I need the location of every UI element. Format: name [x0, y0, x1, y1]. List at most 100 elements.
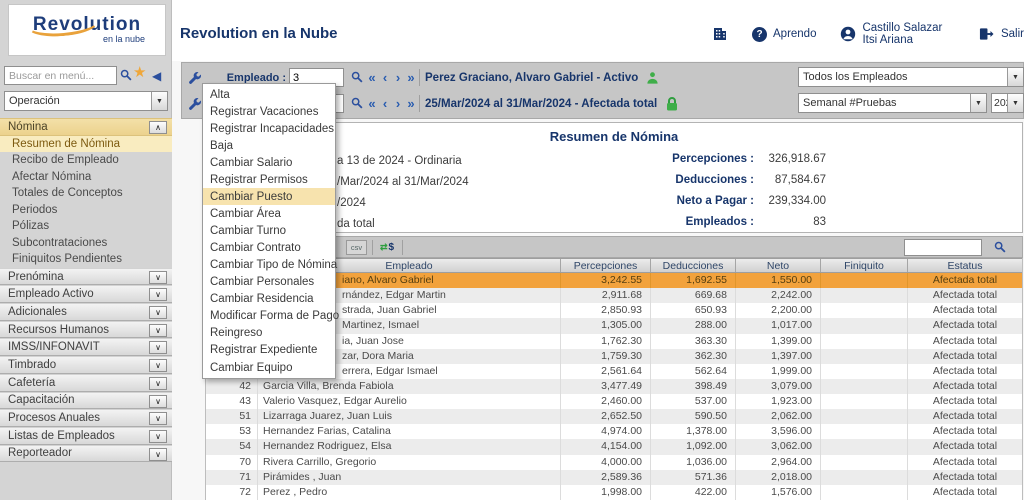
employee-number: 43 — [206, 394, 258, 409]
context-menu-item[interactable]: Registrar Vacaciones — [203, 103, 335, 120]
module-select[interactable]: Operación ▼ — [4, 91, 168, 111]
context-menu-item[interactable]: Registrar Permisos — [203, 171, 335, 188]
chevron-down-icon[interactable]: ∨ — [149, 448, 167, 461]
context-menu-item[interactable]: Reingreso — [203, 325, 335, 342]
sidebar-section[interactable]: Capacitación∨ — [0, 392, 172, 410]
sidebar-section[interactable]: Recursos Humanos∨ — [0, 321, 172, 339]
currency-sync-icon[interactable]: ⇄$ — [378, 239, 396, 255]
table-row[interactable]: 53Hernandez Farias, Catalina4,974.001,37… — [206, 424, 1022, 439]
sidebar-item[interactable]: Recibo de Empleado — [0, 152, 172, 169]
wrench-icon[interactable] — [188, 97, 202, 111]
grid-column-header[interactable]: Percepciones — [561, 259, 651, 272]
brand-text: Revolution — [33, 16, 141, 34]
sidebar-item[interactable]: Totales de Conceptos — [0, 185, 172, 202]
sidebar-item[interactable]: Afectar Nómina — [0, 169, 172, 186]
context-menu-item[interactable]: Cambiar Puesto — [203, 188, 335, 205]
context-menu-item[interactable]: Modificar Forma de Pago — [203, 308, 335, 325]
context-menu-item[interactable]: Cambiar Personales — [203, 274, 335, 291]
sidebar-section-nomina[interactable]: Nómina ∧ — [0, 118, 172, 136]
dropdown-arrow-icon[interactable]: ▼ — [151, 92, 167, 110]
chevron-down-icon[interactable]: ∨ — [149, 306, 167, 319]
row-deducciones: 1,036.00 — [651, 455, 736, 470]
logout-menu[interactable]: Salir — [979, 27, 1024, 41]
sidebar-section[interactable]: Prenómina∨ — [0, 268, 172, 286]
table-row[interactable]: 70Rivera Carrillo, Gregorio4,000.001,036… — [206, 455, 1022, 470]
context-menu-item[interactable]: Registrar Incapacidades — [203, 120, 335, 137]
chevron-down-icon[interactable]: ∨ — [149, 412, 167, 425]
row-deducciones: 363.30 — [651, 334, 736, 349]
table-row[interactable]: 42Garcia Villa, Brenda Fabiola3,477.4939… — [206, 379, 1022, 394]
dropdown-arrow-icon[interactable]: ▼ — [970, 94, 986, 112]
context-menu-item[interactable]: Cambiar Turno — [203, 223, 335, 240]
sidebar-item[interactable]: Finiquitos Pendientes — [0, 251, 172, 268]
table-row[interactable]: 43Valerio Vasquez, Edgar Aurelio2,460.00… — [206, 394, 1022, 409]
nav-prev-icon[interactable]: ‹ — [379, 68, 391, 87]
row-estatus: Afectada total — [908, 273, 1022, 288]
chevron-down-icon[interactable]: ∨ — [149, 359, 167, 372]
sidebar-section[interactable]: Reporteador∨ — [0, 445, 172, 463]
chevron-down-icon[interactable]: ∨ — [149, 430, 167, 443]
user-menu[interactable]: Castillo Salazar Itsi Ariana — [840, 22, 955, 46]
sidebar-item[interactable]: Pólizas — [0, 218, 172, 235]
context-menu-item[interactable]: Alta — [203, 86, 335, 103]
sidebar-item[interactable]: Subcontrataciones — [0, 235, 172, 252]
chevron-down-icon[interactable]: ∨ — [149, 271, 167, 284]
employee-search-icon[interactable] — [351, 71, 363, 83]
nav-last-icon[interactable]: » — [405, 68, 417, 87]
table-row[interactable]: 71Pirámides , Juan2,589.36571.362,018.00… — [206, 470, 1022, 485]
chevron-down-icon[interactable]: ∨ — [149, 341, 167, 354]
context-menu-item[interactable]: Cambiar Salario — [203, 154, 335, 171]
table-row[interactable]: 72Perez , Pedro1,998.00422.001,576.00Afe… — [206, 485, 1022, 500]
context-menu-item[interactable]: Cambiar Tipo de Nómina — [203, 257, 335, 274]
period-search-icon[interactable] — [351, 97, 363, 109]
table-row[interactable]: 54Hernandez Rodriguez, Elsa4,154.001,092… — [206, 439, 1022, 454]
nav-next-icon[interactable]: › — [392, 94, 404, 113]
sidebar-section[interactable]: Listas de Empleados∨ — [0, 427, 172, 445]
sidebar-section[interactable]: Empleado Activo∨ — [0, 285, 172, 303]
grid-column-header[interactable]: Estatus — [908, 259, 1022, 272]
chevron-up-icon[interactable]: ∧ — [149, 121, 167, 134]
chevron-down-icon[interactable]: ∨ — [149, 377, 167, 390]
company-building-icon[interactable] — [712, 26, 728, 42]
nav-first-icon[interactable]: « — [366, 94, 378, 113]
context-menu-item[interactable]: Cambiar Contrato — [203, 240, 335, 257]
sidebar-section[interactable]: Timbrado∨ — [0, 356, 172, 374]
chevron-down-icon[interactable]: ∨ — [149, 288, 167, 301]
table-row[interactable]: 51Lizarraga Juarez, Juan Luis2,652.50590… — [206, 409, 1022, 424]
grid-column-header[interactable]: Neto — [736, 259, 821, 272]
learn-menu[interactable]: ? Aprendo — [752, 27, 816, 42]
grid-search-input[interactable] — [904, 239, 982, 256]
dropdown-arrow-icon[interactable]: ▼ — [1007, 94, 1023, 112]
favorites-star-icon[interactable]: ★ — [133, 66, 146, 80]
context-menu-item[interactable]: Cambiar Área — [203, 205, 335, 222]
context-menu-item[interactable]: Cambiar Residencia — [203, 291, 335, 308]
year-select[interactable]: 2024 ▼ — [991, 93, 1024, 113]
search-input[interactable] — [4, 66, 117, 85]
grid-search-icon[interactable] — [994, 241, 1006, 253]
sidebar-item[interactable]: Resumen de Nómina — [0, 136, 172, 153]
sidebar-section[interactable]: Procesos Anuales∨ — [0, 409, 172, 427]
nav-prev-icon[interactable]: ‹ — [379, 94, 391, 113]
row-finiquito — [821, 318, 908, 333]
grid-column-header[interactable]: Finiquito — [821, 259, 908, 272]
context-menu-item[interactable]: Baja — [203, 137, 335, 154]
sidebar-item[interactable]: Periodos — [0, 202, 172, 219]
sidebar-section[interactable]: Adicionales∨ — [0, 303, 172, 321]
chevron-down-icon[interactable]: ∨ — [149, 395, 167, 408]
chevron-down-icon[interactable]: ∨ — [149, 324, 167, 337]
context-menu-item[interactable]: Cambiar Equipo — [203, 359, 335, 376]
wrench-icon[interactable] — [188, 71, 202, 85]
grid-column-header[interactable]: Deducciones — [651, 259, 736, 272]
sidebar-section[interactable]: Cafetería∨ — [0, 374, 172, 392]
sidebar-section[interactable]: IMSS/INFONAVIT∨ — [0, 338, 172, 356]
nav-first-icon[interactable]: « — [366, 68, 378, 87]
dropdown-arrow-icon[interactable]: ▼ — [1007, 68, 1023, 86]
nav-last-icon[interactable]: » — [405, 94, 417, 113]
context-menu-item[interactable]: Registrar Expediente — [203, 342, 335, 359]
back-arrow-icon[interactable]: ◀ — [152, 69, 161, 83]
employees-filter-select[interactable]: Todos los Empleados ▼ — [798, 67, 1024, 87]
search-icon[interactable] — [120, 69, 132, 81]
csv-export-icon[interactable]: csv — [346, 240, 367, 255]
payroll-type-select[interactable]: Semanal #Pruebas ▼ — [798, 93, 987, 113]
nav-next-icon[interactable]: › — [392, 68, 404, 87]
